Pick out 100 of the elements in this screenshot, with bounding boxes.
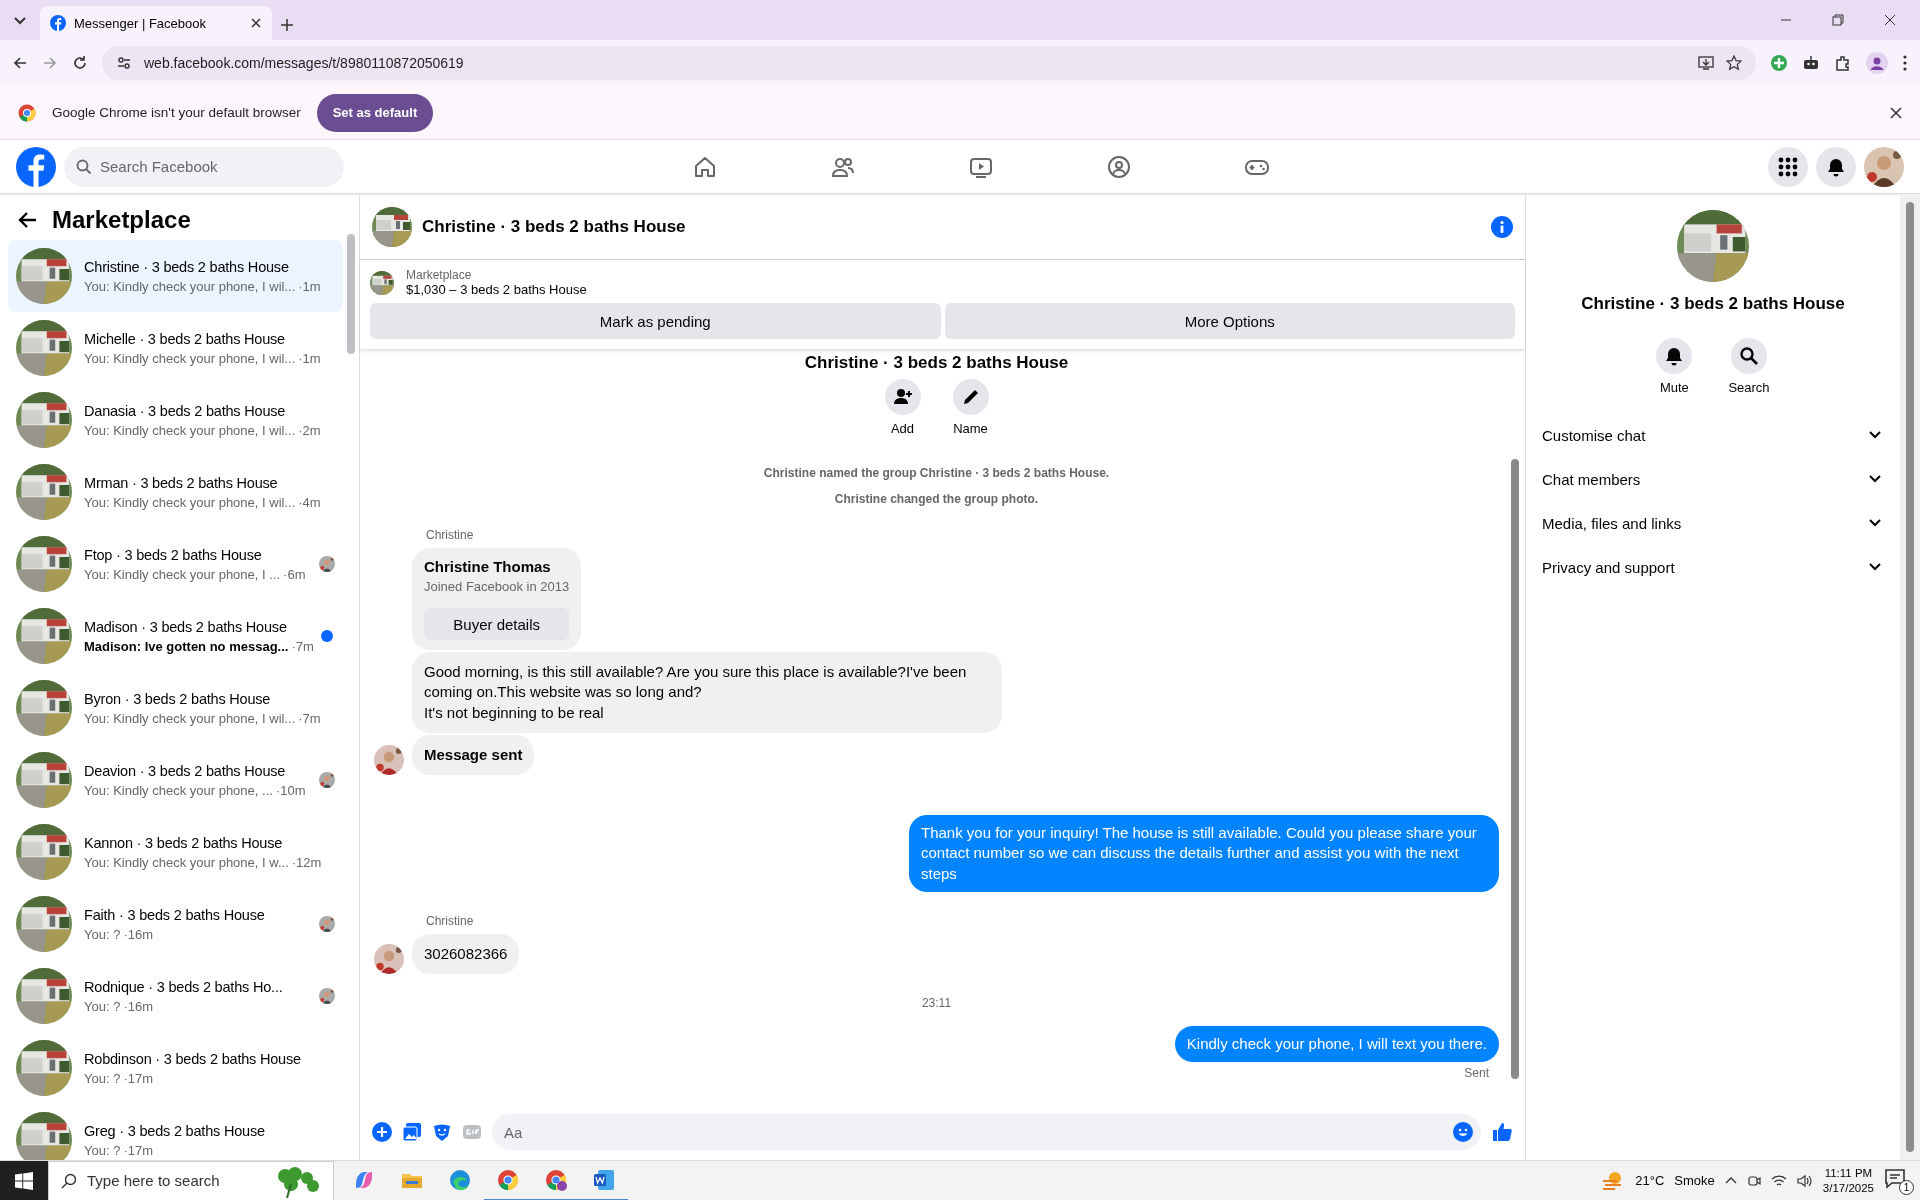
start-button[interactable] [0, 1160, 48, 1200]
address-bar[interactable]: web.facebook.com/messages/t/8980110872050619 [102, 46, 1756, 80]
conversation-item[interactable]: Madison · 3 beds 2 baths House Madison: Ive gotten no messag... ·7m [8, 600, 343, 672]
reload-icon[interactable] [72, 55, 88, 71]
conversation-item[interactable]: Mrman · 3 beds 2 baths House You: Kindly check your phone, I wil... ·4m [8, 456, 343, 528]
menu-icon[interactable] [1902, 54, 1908, 72]
menu-button[interactable] [1768, 146, 1808, 187]
thumbs-up-icon[interactable] [1491, 1121, 1513, 1143]
conversation-item[interactable]: Deavion · 3 beds 2 baths House You: Kindly check your phone, ... ·10m [8, 744, 343, 816]
close-icon[interactable] [1884, 14, 1896, 26]
wifi-icon[interactable] [1770, 1173, 1787, 1188]
conversation-name: Faith · 3 beds 2 baths House [84, 906, 266, 923]
search-icon [1739, 346, 1759, 366]
sidebar-title: Marketplace [52, 206, 191, 234]
meet-icon[interactable] [1746, 1173, 1761, 1188]
close-icon[interactable] [1890, 106, 1902, 119]
clock-time: 11:11 PM [1824, 1165, 1873, 1181]
back-icon[interactable] [12, 55, 28, 71]
settings-section[interactable]: Customise chat [1538, 413, 1888, 457]
star-icon[interactable] [1726, 55, 1742, 71]
facebook-logo-icon[interactable] [16, 146, 56, 187]
conversation-name: Deavion · 3 beds 2 baths House [84, 762, 287, 779]
message-time: ·1m [298, 350, 321, 366]
conversation-name: Ftop · 3 beds 2 baths House [84, 546, 263, 563]
notification-button[interactable]: 1 [1884, 1166, 1912, 1195]
settings-section[interactable]: Media, files and links [1538, 501, 1888, 545]
close-icon[interactable] [250, 17, 262, 29]
message-bubble: Kindly check your phone, I will text you there. [1174, 1026, 1499, 1063]
message-bubble: 3026082366 [412, 933, 520, 974]
chrome-icon[interactable] [496, 1167, 520, 1192]
browser-tab[interactable]: Messenger | Facebook [40, 6, 272, 40]
settings-section[interactable]: Privacy and support [1538, 545, 1888, 589]
chrome-icon[interactable] [544, 1167, 568, 1192]
grid-icon [1778, 156, 1798, 177]
infobar-message: Google Chrome isn't your default browser [52, 105, 301, 120]
settings-section[interactable]: Chat members [1538, 457, 1888, 501]
conversation-name: Christine · 3 beds 2 baths House [84, 258, 290, 275]
conversation-name: Rodnique · 3 beds 2 baths Ho... [84, 978, 284, 995]
windows-logo-icon [15, 1171, 33, 1190]
message-preview: You: ? [84, 998, 121, 1014]
sender-name: Christine [426, 913, 475, 928]
conversation-item[interactable]: Rodnique · 3 beds 2 baths Ho... You: ? ·16m [8, 960, 343, 1032]
set-default-button[interactable]: Set as default [316, 93, 434, 132]
message-time: ·16m [123, 998, 154, 1014]
listing-button[interactable]: More Options [944, 303, 1515, 339]
edge-icon[interactable] [448, 1167, 472, 1192]
search-icon [76, 158, 92, 175]
robot-icon[interactable] [1802, 54, 1820, 72]
home-icon[interactable] [693, 154, 717, 179]
sender-name: Christine [426, 528, 475, 542]
plus-icon[interactable] [372, 1122, 392, 1142]
message-preview: Madison: Ive gotten no messag... [84, 638, 289, 654]
buyer-name: Christine Thomas [424, 558, 552, 575]
message-preview: You: Kindly check your phone, I w... [84, 854, 289, 870]
buyer-details-button[interactable]: Buyer details [424, 608, 570, 640]
back-arrow-icon[interactable] [18, 210, 38, 230]
search-field[interactable]: Search Facebook [64, 146, 344, 187]
sticker-icon[interactable] [432, 1122, 452, 1142]
message-icon [1884, 1166, 1906, 1189]
conversation-item[interactable]: Christine · 3 beds 2 baths House You: Kindly check your phone, I wil... ·1m [8, 240, 343, 312]
message-time: ·10m [275, 782, 306, 798]
listing-button[interactable]: Mark as pending [370, 303, 941, 339]
conversation-item[interactable]: Michelle · 3 beds 2 baths House You: Kindly check your phone, I wil... ·1m [8, 312, 343, 384]
extensions-icon[interactable] [1834, 54, 1852, 72]
new-tab-icon[interactable] [280, 18, 294, 32]
message-time: ·7m [298, 710, 321, 726]
scrollbar[interactable] [1511, 459, 1519, 1079]
install-icon[interactable] [1698, 55, 1714, 71]
extension-plus-icon[interactable] [1770, 54, 1788, 72]
scrollbar[interactable] [347, 234, 355, 354]
forward-icon[interactable] [42, 55, 58, 71]
clock[interactable]: 11:11 PM 3/17/2025 [1822, 1165, 1874, 1196]
taskbar-search-field[interactable]: Type here to search [48, 1160, 334, 1200]
conversation-name: Robdinson · 3 beds 2 baths House [84, 1050, 302, 1067]
document-icon[interactable] [592, 1167, 616, 1192]
message-bubble: Message sent [412, 734, 535, 775]
info-icon[interactable] [1491, 215, 1513, 238]
conversation-item[interactable]: Byron · 3 beds 2 baths House You: Kindly check your phone, I wil... ·7m [8, 672, 343, 744]
photo-icon[interactable] [402, 1122, 422, 1142]
conversation-item[interactable]: Faith · 3 beds 2 baths House You: ? ·16m [8, 888, 343, 960]
conversation-item[interactable]: Kannon · 3 beds 2 baths House You: Kindly check your phone, I w... ·12m [8, 816, 343, 888]
message-input[interactable]: Aa [492, 1114, 1481, 1150]
conversation-item[interactable]: Ftop · 3 beds 2 baths House You: Kindly check your phone, I ... ·6m [8, 528, 343, 600]
chat-title: Christine · 3 beds 2 baths House [422, 216, 687, 237]
groups-icon[interactable] [1107, 154, 1131, 179]
message-time: ·12m [291, 854, 322, 870]
listing-title: $1,030 – 3 beds 2 baths House [406, 282, 587, 297]
volume-icon[interactable] [1796, 1173, 1813, 1188]
message-time: ·16m [123, 926, 154, 942]
message-preview: You: ? [84, 1142, 121, 1158]
notifications-button[interactable] [1816, 146, 1856, 187]
conversation-item[interactable]: Danasia · 3 beds 2 baths House You: Kindly check your phone, I wil... ·2m [8, 384, 343, 456]
system-message: Christine named the group Christine · 3 beds 2 baths House. [763, 466, 1110, 480]
profile-icon[interactable] [1866, 52, 1888, 74]
scrollbar[interactable] [1906, 202, 1914, 1152]
restore-icon[interactable] [1832, 14, 1844, 26]
conversation-item[interactable]: Robdinson · 3 beds 2 baths House You: ? ·17m [8, 1032, 343, 1104]
emoji-icon[interactable] [1453, 1122, 1473, 1142]
site-info-icon[interactable] [116, 55, 132, 71]
system-message: Christine changed the group photo. [834, 492, 1039, 506]
